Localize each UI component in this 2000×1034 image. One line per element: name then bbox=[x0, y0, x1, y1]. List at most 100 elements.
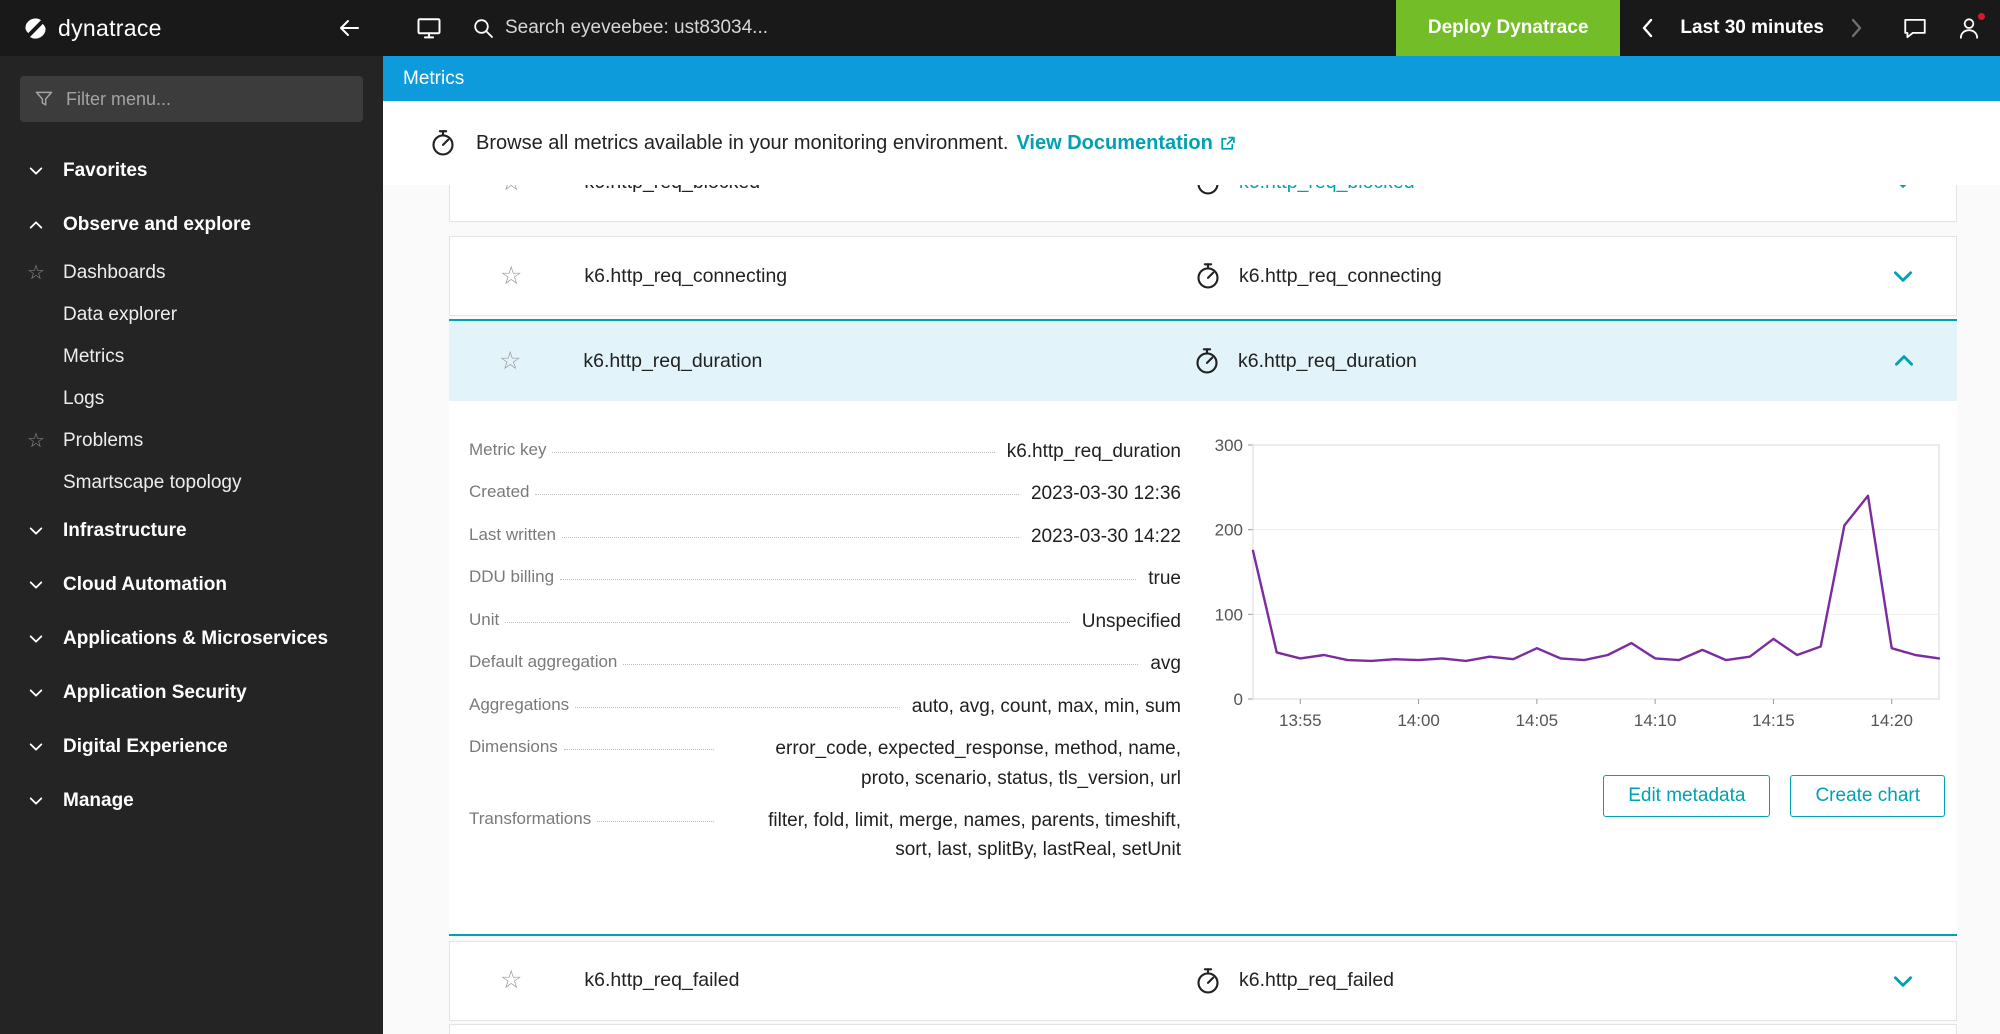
metric-stopwatch-icon bbox=[1192, 346, 1222, 376]
chevron-down-icon[interactable] bbox=[1890, 185, 1916, 195]
favorite-star-icon[interactable]: ☆ bbox=[500, 185, 522, 195]
metric-stopwatch-icon bbox=[1193, 261, 1223, 291]
metric-display-name: k6.http_req_failed bbox=[1239, 969, 1394, 992]
property-label: Metric key bbox=[469, 437, 546, 460]
sidebar-item-problems[interactable]: ☆ Problems bbox=[0, 420, 383, 462]
section-label: Observe and explore bbox=[63, 214, 251, 236]
property-label: Aggregations bbox=[469, 692, 569, 715]
dotted-leader bbox=[597, 806, 714, 822]
sidebar-item-data-explorer[interactable]: Data explorer bbox=[0, 294, 383, 336]
favorite-star-icon[interactable]: ☆ bbox=[500, 968, 522, 993]
chat-icon[interactable] bbox=[1902, 15, 1928, 41]
sidebar-item-dashboards[interactable]: ☆ Dashboards bbox=[0, 252, 383, 294]
svg-text:13:55: 13:55 bbox=[1279, 711, 1322, 730]
dotted-leader bbox=[575, 692, 900, 708]
metrics-banner: Browse all metrics available in your mon… bbox=[383, 101, 2000, 185]
sidebar-section-observe-and-explore[interactable]: Observe and explore bbox=[0, 198, 383, 252]
property-row: Transformations filter, fold, limit, mer… bbox=[469, 806, 1181, 865]
metrics-list: ☆ k6.http_req_blocked k6.http_req_blocke… bbox=[383, 185, 2000, 1034]
time-range-label[interactable]: Last 30 minutes bbox=[1680, 17, 1824, 39]
metric-display-name: k6.http_req_blocked bbox=[1239, 185, 1415, 194]
svg-text:200: 200 bbox=[1215, 521, 1243, 540]
property-row: DDU billing true bbox=[469, 564, 1181, 593]
metric-row-receiving[interactable]: ☆ k6.http_req_receiving k6.http_req_rece… bbox=[449, 1024, 1957, 1034]
time-range-picker: Last 30 minutes bbox=[1630, 11, 1874, 45]
app-window: dynatrace bbox=[0, 0, 2000, 1034]
property-value: Unspecified bbox=[1082, 607, 1181, 636]
svg-text:14:10: 14:10 bbox=[1634, 711, 1677, 730]
sidebar-item-smartscape-topology[interactable]: Smartscape topology bbox=[0, 462, 383, 504]
metric-row-failed[interactable]: ☆ k6.http_req_failed k6.http_req_failed bbox=[449, 941, 1957, 1021]
svg-text:14:00: 14:00 bbox=[1397, 711, 1440, 730]
chevron-down-icon bbox=[26, 163, 46, 179]
collapse-sidebar-button[interactable] bbox=[337, 16, 361, 40]
property-row: Metric key k6.http_req_duration bbox=[469, 437, 1181, 466]
section-label: Digital Experience bbox=[63, 736, 228, 758]
time-range-next-button[interactable] bbox=[1838, 11, 1874, 45]
deploy-dynatrace-button[interactable]: Deploy Dynatrace bbox=[1396, 0, 1621, 56]
edit-metadata-button[interactable]: Edit metadata bbox=[1603, 775, 1770, 817]
metric-key: k6.http_req_blocked bbox=[584, 185, 760, 194]
metric-row-duration[interactable]: ☆ k6.http_req_duration k6.http_req_durat… bbox=[449, 321, 1957, 401]
dynatrace-logo-icon bbox=[22, 15, 49, 42]
favorite-star-icon[interactable]: ☆ bbox=[500, 264, 522, 289]
sidebar-section-cloud-automation[interactable]: Cloud Automation bbox=[0, 558, 383, 612]
property-label: Last written bbox=[469, 522, 556, 545]
link-label: View Documentation bbox=[1016, 132, 1212, 155]
property-value: avg bbox=[1150, 649, 1181, 678]
metric-row-connecting[interactable]: ☆ k6.http_req_connecting k6.http_req_con… bbox=[449, 236, 1957, 316]
metric-line-chart: 010020030013:5514:0014:0514:1014:1514:20 bbox=[1205, 437, 1945, 743]
property-row: Unit Unspecified bbox=[469, 607, 1181, 636]
time-range-prev-button[interactable] bbox=[1630, 11, 1666, 45]
nav-item-label: Problems bbox=[63, 430, 143, 452]
property-label: Transformations bbox=[469, 806, 591, 829]
property-row: Aggregations auto, avg, count, max, min,… bbox=[469, 692, 1181, 721]
sidebar-section-infrastructure[interactable]: Infrastructure bbox=[0, 504, 383, 558]
search-input[interactable] bbox=[505, 17, 1396, 39]
sidebar-section-application-security[interactable]: Application Security bbox=[0, 666, 383, 720]
favorite-star-icon[interactable]: ☆ bbox=[499, 349, 521, 374]
nav-item-label: Metrics bbox=[63, 346, 124, 368]
monitor-icon[interactable] bbox=[415, 14, 443, 42]
chevron-down-icon bbox=[26, 631, 46, 647]
property-label: Dimensions bbox=[469, 734, 558, 757]
sidebar-section-applications-microservices[interactable]: Applications & Microservices bbox=[0, 612, 383, 666]
metric-key: k6.http_req_duration bbox=[583, 350, 762, 373]
section-label: Infrastructure bbox=[63, 520, 187, 542]
property-value: auto, avg, count, max, min, sum bbox=[912, 692, 1181, 721]
page-title: Metrics bbox=[403, 68, 464, 90]
favorite-star-icon: ☆ bbox=[27, 263, 45, 283]
sidebar-section-favorites[interactable]: Favorites bbox=[0, 144, 383, 198]
svg-text:100: 100 bbox=[1215, 605, 1243, 624]
sidebar-item-metrics[interactable]: Metrics bbox=[0, 336, 383, 378]
section-label: Favorites bbox=[63, 160, 147, 182]
metric-row-blocked[interactable]: ☆ k6.http_req_blocked k6.http_req_blocke… bbox=[449, 185, 1957, 222]
chevron-down-icon[interactable] bbox=[1890, 263, 1916, 289]
filter-menu-input[interactable] bbox=[66, 89, 349, 110]
nav-item-label: Data explorer bbox=[63, 304, 177, 326]
metric-display-name: k6.http_req_duration bbox=[1238, 350, 1417, 373]
section-label: Cloud Automation bbox=[63, 574, 227, 596]
property-value: 2023-03-30 14:22 bbox=[1031, 522, 1181, 551]
property-label: Unit bbox=[469, 607, 499, 630]
property-label: Created bbox=[469, 479, 529, 502]
section-label: Applications & Microservices bbox=[63, 628, 328, 650]
section-label: Manage bbox=[63, 790, 134, 812]
property-row: Created 2023-03-30 12:36 bbox=[469, 479, 1181, 508]
create-chart-button[interactable]: Create chart bbox=[1790, 775, 1945, 817]
sidebar-item-logs[interactable]: Logs bbox=[0, 378, 383, 420]
view-documentation-link[interactable]: View Documentation bbox=[1016, 132, 1235, 155]
chevron-down-icon bbox=[26, 523, 46, 539]
dotted-leader bbox=[535, 479, 1019, 495]
nav-item-label: Logs bbox=[63, 388, 104, 410]
top-bar: dynatrace bbox=[0, 0, 2000, 56]
sidebar-section-manage[interactable]: Manage bbox=[0, 774, 383, 828]
chevron-up-icon[interactable] bbox=[1891, 348, 1917, 374]
sidebar-filter[interactable] bbox=[20, 76, 363, 122]
metric-key: k6.http_req_failed bbox=[584, 969, 739, 992]
user-account-icon[interactable] bbox=[1956, 15, 1982, 41]
chevron-down-icon[interactable] bbox=[1890, 968, 1916, 994]
sidebar-section-digital-experience[interactable]: Digital Experience bbox=[0, 720, 383, 774]
search-icon[interactable] bbox=[471, 16, 495, 40]
brand[interactable]: dynatrace bbox=[22, 15, 162, 42]
